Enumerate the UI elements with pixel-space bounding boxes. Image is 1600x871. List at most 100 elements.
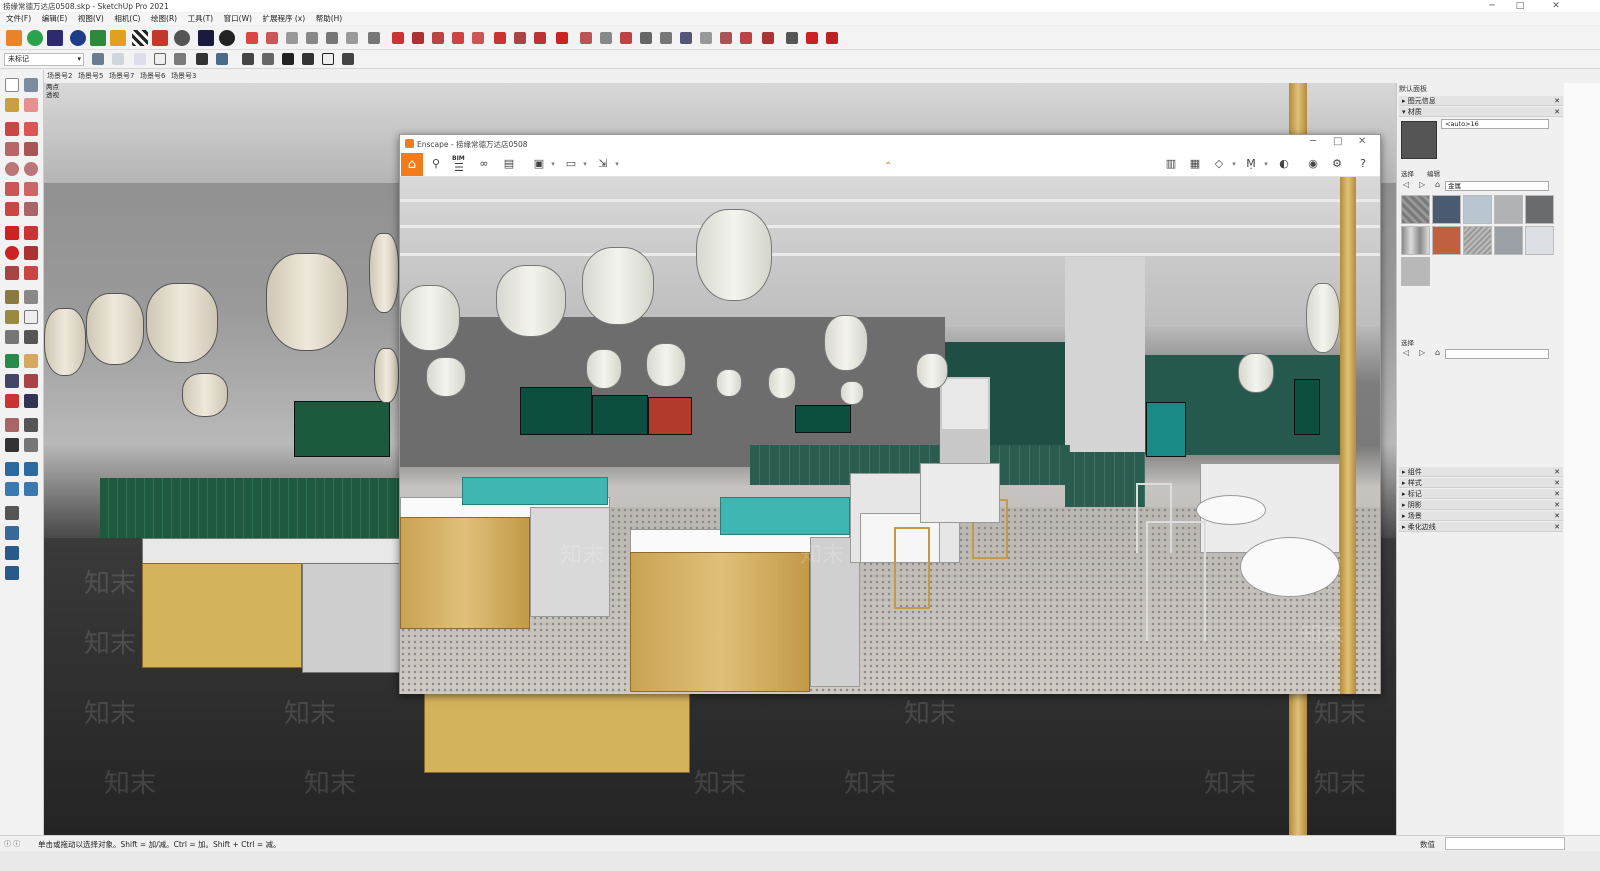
styles-panel[interactable]: ▸ 样式 ✕	[1399, 478, 1563, 488]
pushpull-tool-icon[interactable]	[24, 226, 38, 240]
close-icon[interactable]: ✕	[1554, 489, 1560, 499]
cloud-upload-icon[interactable]	[152, 30, 168, 46]
enscape-help-icon[interactable]: ?	[1354, 156, 1372, 172]
enscape-settings-gear-icon[interactable]: ⚙	[1328, 156, 1346, 172]
freehand-tool-icon[interactable]	[24, 122, 38, 136]
offset-tool-icon[interactable]	[24, 266, 38, 280]
section-plane-icon[interactable]	[24, 438, 38, 452]
material-swatch[interactable]	[1525, 226, 1554, 255]
soften-edges-panel[interactable]: ▸ 柔化边线 ✕	[1399, 522, 1563, 532]
chevron-down-icon[interactable]: ▾	[613, 156, 621, 172]
sandbox-icon-2[interactable]	[24, 462, 38, 476]
material-swatch[interactable]	[1401, 226, 1430, 255]
forward-icon[interactable]: ▷	[1419, 180, 1425, 189]
refresh-icon[interactable]	[27, 30, 43, 46]
component-tool-icon[interactable]	[24, 78, 38, 92]
tool-icon-14[interactable]	[514, 32, 526, 44]
enscape-visual-settings-icon[interactable]: ◉	[1304, 156, 1322, 172]
enscape-minimize-button[interactable]: ─	[1310, 136, 1316, 147]
mail-icon[interactable]	[198, 30, 214, 46]
menu-tools[interactable]: 工具(T)	[186, 13, 215, 25]
enscape-panorama-icon[interactable]: ▭	[562, 156, 580, 172]
terrain-icon[interactable]	[110, 30, 126, 46]
text-tool-icon[interactable]	[24, 310, 38, 324]
pan-tool-icon[interactable]	[24, 354, 38, 368]
info-icon[interactable]	[219, 30, 235, 46]
rotate-tool-icon[interactable]	[5, 246, 19, 260]
previous-view-icon[interactable]	[24, 394, 38, 408]
tool-icon-8[interactable]	[392, 32, 404, 44]
sandbox-icon-7[interactable]	[5, 566, 19, 580]
add-icon[interactable]	[70, 30, 86, 46]
pattern-icon[interactable]	[132, 30, 148, 46]
3dtext-tool-icon[interactable]	[24, 330, 38, 344]
tool-icon-3[interactable]	[286, 32, 298, 44]
warehouse-icon[interactable]	[242, 53, 254, 65]
enscape-map-icon[interactable]: ▥	[1162, 156, 1180, 172]
walk-tool-icon[interactable]	[5, 438, 19, 452]
select-tool-icon[interactable]	[5, 78, 19, 92]
rotated-rect-icon[interactable]	[24, 142, 38, 156]
sandbox-icon-3[interactable]	[5, 482, 19, 496]
collection-select[interactable]	[1445, 349, 1549, 359]
back-icon[interactable]: ◁	[1403, 348, 1409, 357]
close-icon[interactable]: ✕	[1554, 522, 1560, 532]
tool-icon-23[interactable]	[700, 32, 712, 44]
materials-panel[interactable]: ▾ 材质 ✕	[1399, 107, 1563, 117]
tool-icon-24[interactable]	[720, 32, 732, 44]
enscape-screenshot-icon[interactable]: ▣	[530, 156, 548, 172]
chevron-down-icon[interactable]: ▾	[549, 156, 557, 172]
tool-icon-1[interactable]	[246, 32, 258, 44]
zoom-extents-icon[interactable]	[5, 394, 19, 408]
tool-icon-11[interactable]	[452, 32, 464, 44]
menu-file[interactable]: 文件(F)	[4, 13, 33, 25]
tool-icon-6[interactable]	[346, 32, 358, 44]
view-iso-icon[interactable]	[92, 53, 104, 65]
tool-icon-20[interactable]	[640, 32, 652, 44]
menu-help[interactable]: 帮助(H)	[314, 13, 345, 25]
tool-icon-13[interactable]	[494, 32, 506, 44]
tool-icon-7[interactable]	[368, 32, 380, 44]
component-icon[interactable]	[262, 53, 274, 65]
material-swatch[interactable]	[1494, 226, 1523, 255]
arc-tool-icon[interactable]	[5, 182, 19, 196]
tool-icon-18[interactable]	[600, 32, 612, 44]
entity-info-panel[interactable]: ▸ 图元信息 ✕	[1399, 96, 1563, 106]
protractor-tool-icon[interactable]	[5, 310, 19, 324]
scene-tab-3[interactable]: 场景号7	[109, 70, 134, 83]
sandbox-icon-5[interactable]	[5, 526, 19, 540]
rectangle-tool-icon[interactable]	[5, 142, 19, 156]
tab-select[interactable]: 选择	[1401, 168, 1414, 178]
enscape-assets-icon[interactable]: ▦	[1186, 156, 1204, 172]
tool-icon-10[interactable]	[432, 32, 444, 44]
tool-icon-15[interactable]	[534, 32, 546, 44]
tool-icon-2[interactable]	[266, 32, 278, 44]
tool-icon-4[interactable]	[306, 32, 318, 44]
tool-icon-28[interactable]	[806, 32, 818, 44]
tool-icon-16[interactable]	[556, 32, 568, 44]
chevron-down-icon[interactable]: ▾	[1262, 156, 1270, 172]
view-top-icon[interactable]	[112, 53, 124, 65]
house-2-icon[interactable]	[302, 53, 314, 65]
sandbox-icon-1[interactable]	[5, 462, 19, 476]
forward-icon[interactable]: ▷	[1419, 348, 1425, 357]
enscape-home-icon[interactable]: ⌂	[401, 153, 423, 176]
tool-icon-22[interactable]	[680, 32, 692, 44]
zoom-window-icon[interactable]	[24, 374, 38, 388]
close-icon[interactable]: ✕	[1554, 467, 1560, 477]
view-back-icon[interactable]	[174, 53, 186, 65]
close-icon[interactable]: ✕	[1554, 478, 1560, 488]
export-icon[interactable]	[47, 30, 63, 46]
view-front-icon[interactable]	[134, 53, 146, 65]
orbit-tool-icon[interactable]	[5, 354, 19, 368]
house-icon[interactable]	[282, 53, 294, 65]
home-icon[interactable]: ⌂	[1435, 180, 1440, 189]
tool-icon-29[interactable]	[826, 32, 838, 44]
enscape-vr-icon[interactable]: ∞	[475, 156, 493, 172]
dimension-tool-icon[interactable]	[24, 290, 38, 304]
material-swatch[interactable]	[1401, 195, 1430, 224]
menu-camera[interactable]: 相机(C)	[112, 13, 142, 25]
menu-draw[interactable]: 绘图(R)	[149, 13, 179, 25]
scene-tab-4[interactable]: 场景号6	[140, 70, 165, 83]
style-texture-icon[interactable]	[216, 53, 228, 65]
